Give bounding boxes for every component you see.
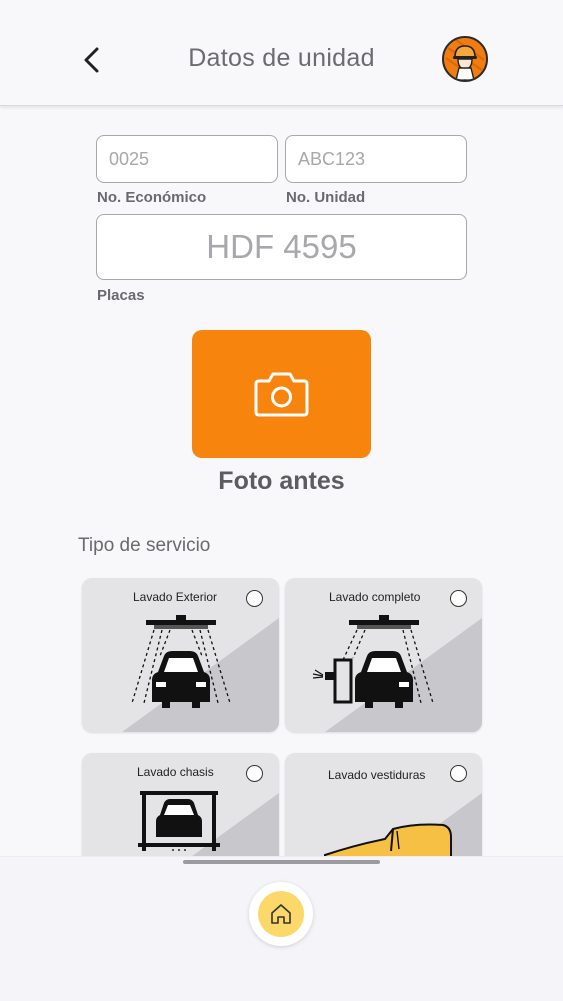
car-wash-complete-icon <box>312 615 434 708</box>
numero-economico-label: No. Económico <box>97 189 207 206</box>
placas-label: Placas <box>97 287 145 304</box>
top-app-bar: Datos de unidad <box>0 0 563 106</box>
service-type-title: Tipo de servicio <box>78 535 211 556</box>
home-button[interactable] <box>249 882 313 946</box>
photo-label: Foto antes <box>218 467 345 495</box>
numero-unidad-input[interactable] <box>285 135 467 183</box>
numero-economico-input[interactable] <box>96 135 278 183</box>
drag-handle[interactable] <box>183 860 380 864</box>
placas-input[interactable] <box>96 214 467 280</box>
avatar[interactable] <box>442 36 488 82</box>
service-card-lavado-completo[interactable]: Lavado completo <box>285 578 482 732</box>
service-card-lavado-exterior[interactable]: Lavado Exterior <box>82 578 279 732</box>
camera-icon <box>254 372 309 417</box>
home-icon <box>271 904 291 924</box>
numero-unidad-label: No. Unidad <box>286 189 366 206</box>
worker-helmet-avatar-icon <box>444 38 486 80</box>
take-photo-button[interactable] <box>192 330 371 458</box>
car-wash-exterior-icon <box>131 615 231 708</box>
